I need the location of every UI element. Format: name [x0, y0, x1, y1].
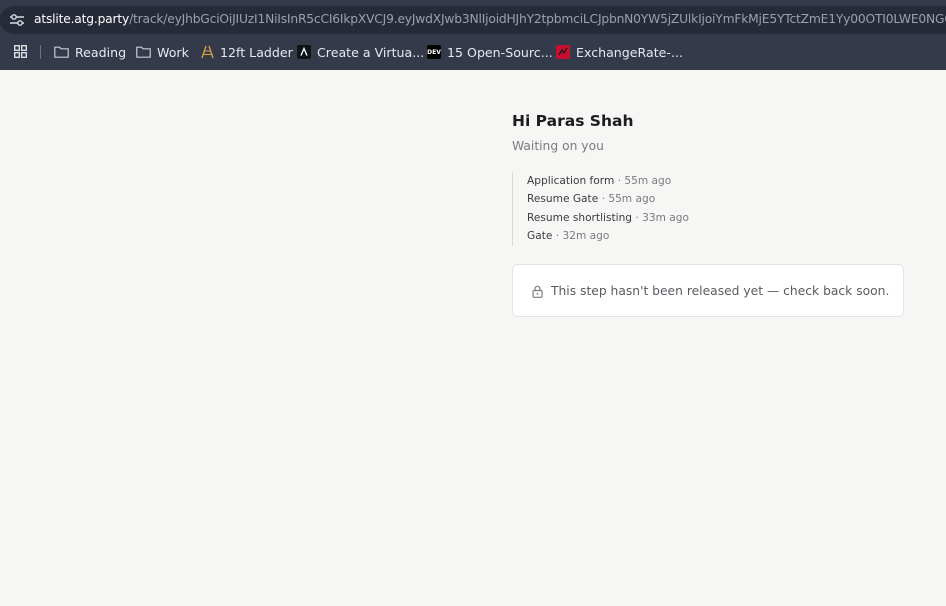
- bookmark-12ft-ladder[interactable]: 12ft Ladder: [201, 42, 293, 62]
- url-path: /track/eyJhbGciOiJIUzI1NiIsInR5cCI6IkpXV…: [129, 12, 946, 26]
- timeline-step-time: · 55m ago: [617, 175, 672, 187]
- bookmark-label: 12ft Ladder: [220, 44, 293, 60]
- timeline-step-name: Resume Gate: [527, 193, 599, 205]
- folder-icon: [54, 46, 69, 58]
- lock-icon: [532, 285, 543, 298]
- notice-text: This step hasn't been released yet — che…: [551, 284, 890, 298]
- folder-icon: [136, 46, 151, 58]
- site-settings-icon[interactable]: [9, 13, 25, 27]
- bookmark-exchangerate[interactable]: ExchangeRate-...: [556, 42, 683, 62]
- browser-chrome: atslite.atg.party/track/eyJhbGciOiJIUzI1…: [0, 0, 946, 70]
- ladder-icon: [201, 45, 214, 59]
- progress-timeline: Application form · 55m ago Resume Gate ·…: [512, 172, 812, 246]
- timeline-step-name: Resume shortlisting: [527, 212, 633, 224]
- bookmarks-separator: [40, 45, 41, 59]
- timeline-step-name: Gate: [527, 230, 553, 242]
- bookmark-label: Create a Virtua...: [317, 44, 425, 60]
- bookmark-reading[interactable]: Reading: [54, 42, 126, 62]
- bookmark-label: 15 Open-Sourc...: [447, 44, 553, 60]
- timeline-step-time: · 55m ago: [601, 193, 656, 205]
- timeline-item: Application form · 55m ago: [527, 175, 671, 187]
- timeline-item: Resume Gate · 55m ago: [527, 193, 655, 205]
- aws-icon: [297, 45, 311, 59]
- bookmark-create-virtual[interactable]: Create a Virtua...: [297, 42, 424, 62]
- exchangerate-icon: [556, 45, 570, 59]
- url-domain: atslite.atg.party: [34, 12, 130, 26]
- bookmark-label: Work: [157, 44, 189, 60]
- address-bar[interactable]: atslite.atg.party/track/eyJhbGciOiJIUzI1…: [0, 6, 946, 34]
- not-released-notice: This step hasn't been released yet — che…: [512, 264, 904, 317]
- url-text[interactable]: atslite.atg.party/track/eyJhbGciOiJIUzI1…: [34, 12, 946, 26]
- bookmark-label: Reading: [75, 44, 127, 60]
- timeline-step-time: · 33m ago: [635, 212, 689, 224]
- dev-icon: DEV: [427, 45, 441, 59]
- bookmark-work[interactable]: Work: [136, 42, 189, 62]
- timeline-step-time: · 32m ago: [555, 230, 610, 242]
- apps-grid-icon[interactable]: [14, 45, 27, 58]
- timeline-item: Resume shortlisting · 33m ago: [527, 212, 689, 224]
- bookmark-label: ExchangeRate-...: [576, 44, 683, 60]
- timeline-step-name: Application form: [527, 175, 615, 187]
- bookmark-open-source[interactable]: DEV 15 Open-Sourc...: [427, 42, 553, 62]
- page-title: Hi Paras Shah: [512, 112, 634, 130]
- status-subtitle: Waiting on you: [512, 139, 604, 153]
- bookmarks-bar: Reading Work 12ft Ladder Create a Virtua…: [0, 38, 946, 66]
- timeline-item: Gate · 32m ago: [527, 230, 609, 242]
